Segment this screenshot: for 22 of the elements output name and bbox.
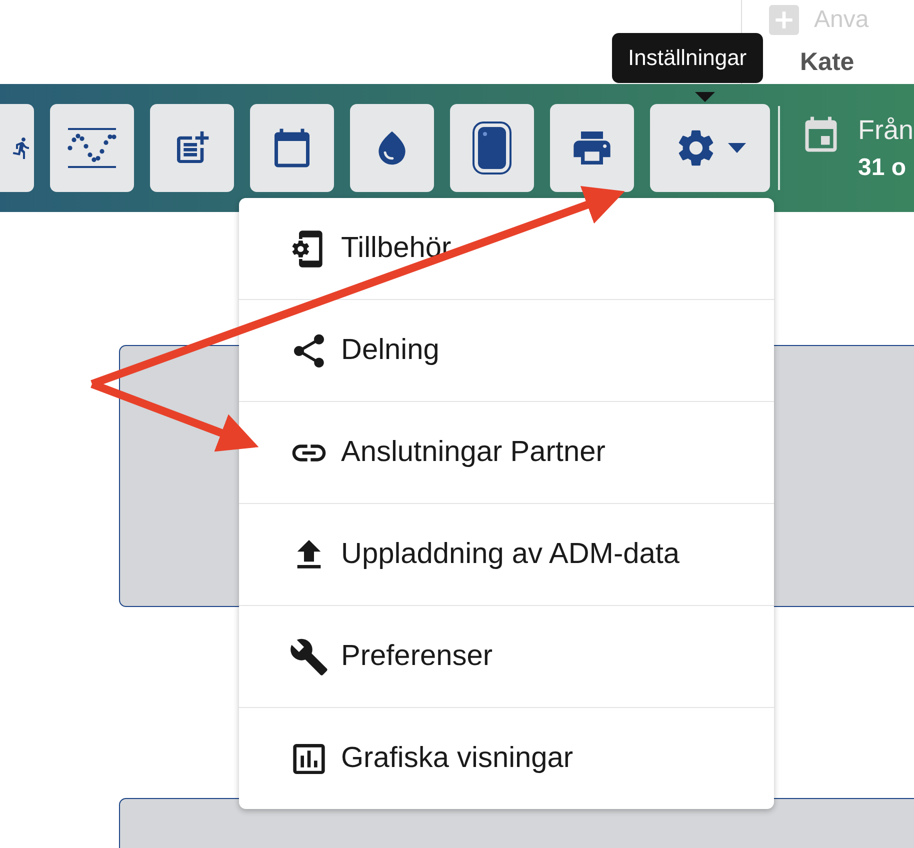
menu-item[interactable]: Tillbehör xyxy=(239,198,774,299)
toolbar-button[interactable] xyxy=(50,104,134,192)
toolbar-button[interactable] xyxy=(550,104,634,192)
device-icon xyxy=(472,121,512,175)
menu-item[interactable]: Delning xyxy=(239,299,774,401)
menu-item[interactable]: Uppladdning av ADM-data xyxy=(239,503,774,605)
toolbar-button[interactable] xyxy=(450,104,534,192)
toolbar-button[interactable] xyxy=(350,104,434,192)
tooltip: Inställningar xyxy=(612,33,763,83)
caret-icon xyxy=(728,143,746,153)
wrench-icon xyxy=(289,636,329,676)
tooltip-pointer-icon xyxy=(695,92,715,102)
settings-button[interactable] xyxy=(650,104,770,192)
date-label: Från xyxy=(858,114,914,146)
panel-heading: Kate xyxy=(799,48,856,77)
wave-chart-icon xyxy=(66,127,118,169)
menu-item[interactable]: Preferenser xyxy=(239,605,774,707)
menu-item[interactable]: Grafiska visningar xyxy=(239,707,774,809)
date-value: 31 o xyxy=(858,154,908,182)
toolbar-button[interactable] xyxy=(150,104,234,192)
menu-item[interactable]: Anslutningar Partner xyxy=(239,401,774,503)
toolbar-button[interactable] xyxy=(250,104,334,192)
